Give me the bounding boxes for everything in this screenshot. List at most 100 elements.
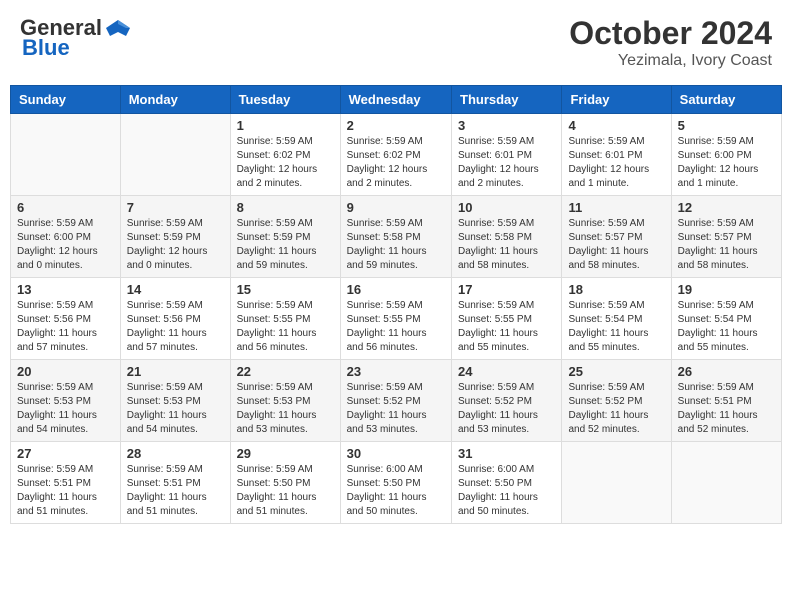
day-info: Sunrise: 5:59 AM Sunset: 5:58 PM Dayligh…	[347, 217, 445, 273]
calendar-cell: 5 Sunrise: 5:59 AM Sunset: 6:00 PM Daylig…	[671, 114, 781, 196]
calendar-cell: 17Sunrise: 5:59 AM Sunset: 5:55 PM Dayli…	[452, 278, 562, 360]
day-number: 5	[678, 118, 775, 133]
calendar-cell: 14 Sunrise: 5:59 AM Sunset: 5:56 PM Dayli…	[120, 278, 230, 360]
calendar-week-row: 20 Sunrise: 5:59 AM Sunset: 5:53 PM Dayli…	[11, 360, 782, 442]
day-info: Sunrise: 5:59 AM Sunset: 5:58 PM Dayligh…	[458, 217, 555, 273]
day-info: Sunrise: 5:59 AM Sunset: 5:57 PM Dayligh…	[568, 217, 664, 273]
calendar-cell: 30 Sunrise: 6:00 AM Sunset: 5:50 PM Dayli…	[340, 442, 451, 524]
month-year: October 2024	[569, 15, 772, 52]
weekday-header: Sunday	[11, 86, 121, 114]
calendar-week-row: 6Sunrise: 5:59 AM Sunset: 6:00 PM Daylig…	[11, 196, 782, 278]
day-info: Sunrise: 5:59 AM Sunset: 5:59 PM Dayligh…	[127, 217, 224, 273]
calendar-cell: 10 Sunrise: 5:59 AM Sunset: 5:58 PM Dayli…	[452, 196, 562, 278]
weekday-header: Friday	[562, 86, 671, 114]
calendar-cell: 26 Sunrise: 5:59 AM Sunset: 5:51 PM Dayli…	[671, 360, 781, 442]
day-info: Sunrise: 5:59 AM Sunset: 5:52 PM Dayligh…	[458, 381, 555, 437]
calendar-cell: 12 Sunrise: 5:59 AM Sunset: 5:57 PM Dayli…	[671, 196, 781, 278]
day-number: 14	[127, 282, 224, 297]
day-info: Sunrise: 5:59 AM Sunset: 6:02 PM Dayligh…	[347, 135, 445, 191]
calendar-cell	[562, 442, 671, 524]
day-number: 30	[347, 446, 445, 461]
day-info: Sunrise: 5:59 AM Sunset: 5:51 PM Dayligh…	[17, 463, 114, 519]
day-number: 17	[458, 282, 555, 297]
day-number: 23	[347, 364, 445, 379]
calendar-cell: 7 Sunrise: 5:59 AM Sunset: 5:59 PM Daylig…	[120, 196, 230, 278]
calendar-cell: 23 Sunrise: 5:59 AM Sunset: 5:52 PM Dayli…	[340, 360, 451, 442]
logo: General Blue	[20, 15, 132, 61]
calendar-cell: 31 Sunrise: 6:00 AM Sunset: 5:50 PM Dayli…	[452, 442, 562, 524]
day-info: Sunrise: 5:59 AM Sunset: 5:53 PM Dayligh…	[237, 381, 334, 437]
month-title-block: October 2024 Yezimala, Ivory Coast	[569, 15, 772, 70]
calendar-cell: 18Sunrise: 5:59 AM Sunset: 5:54 PM Dayli…	[562, 278, 671, 360]
day-number: 15	[237, 282, 334, 297]
calendar-week-row: 1Sunrise: 5:59 AM Sunset: 6:02 PM Daylig…	[11, 114, 782, 196]
day-number: 21	[127, 364, 224, 379]
day-number: 20	[17, 364, 114, 379]
day-number: 8	[237, 200, 334, 215]
day-info: Sunrise: 5:59 AM Sunset: 5:51 PM Dayligh…	[127, 463, 224, 519]
day-info: Sunrise: 6:00 AM Sunset: 5:50 PM Dayligh…	[458, 463, 555, 519]
calendar-cell: 15 Sunrise: 5:59 AM Sunset: 5:55 PM Dayli…	[230, 278, 340, 360]
day-info: Sunrise: 6:00 AM Sunset: 5:50 PM Dayligh…	[347, 463, 445, 519]
day-info: Sunrise: 5:59 AM Sunset: 6:00 PM Dayligh…	[678, 135, 775, 191]
calendar-cell: 11Sunrise: 5:59 AM Sunset: 5:57 PM Dayli…	[562, 196, 671, 278]
day-number: 12	[678, 200, 775, 215]
day-number: 16	[347, 282, 445, 297]
calendar-cell: 24 Sunrise: 5:59 AM Sunset: 5:52 PM Dayli…	[452, 360, 562, 442]
calendar-cell: 2 Sunrise: 5:59 AM Sunset: 6:02 PM Daylig…	[340, 114, 451, 196]
calendar-cell: 1Sunrise: 5:59 AM Sunset: 6:02 PM Daylig…	[230, 114, 340, 196]
day-info: Sunrise: 5:59 AM Sunset: 5:54 PM Dayligh…	[678, 299, 775, 355]
calendar-week-row: 13 Sunrise: 5:59 AM Sunset: 5:56 PM Dayli…	[11, 278, 782, 360]
day-info: Sunrise: 5:59 AM Sunset: 5:57 PM Dayligh…	[678, 217, 775, 273]
calendar-cell: 6Sunrise: 5:59 AM Sunset: 6:00 PM Daylig…	[11, 196, 121, 278]
day-info: Sunrise: 5:59 AM Sunset: 5:53 PM Dayligh…	[127, 381, 224, 437]
calendar-week-row: 27 Sunrise: 5:59 AM Sunset: 5:51 PM Dayli…	[11, 442, 782, 524]
weekday-header: Saturday	[671, 86, 781, 114]
calendar-table: SundayMondayTuesdayWednesdayThursdayFrid…	[10, 85, 782, 524]
day-number: 3	[458, 118, 555, 133]
day-number: 26	[678, 364, 775, 379]
day-number: 6	[17, 200, 114, 215]
day-number: 13	[17, 282, 114, 297]
day-info: Sunrise: 5:59 AM Sunset: 5:56 PM Dayligh…	[17, 299, 114, 355]
day-info: Sunrise: 5:59 AM Sunset: 5:53 PM Dayligh…	[17, 381, 114, 437]
calendar-cell: 20 Sunrise: 5:59 AM Sunset: 5:53 PM Dayli…	[11, 360, 121, 442]
day-number: 29	[237, 446, 334, 461]
day-info: Sunrise: 5:59 AM Sunset: 5:54 PM Dayligh…	[568, 299, 664, 355]
day-info: Sunrise: 5:59 AM Sunset: 5:59 PM Dayligh…	[237, 217, 334, 273]
calendar-cell: 21 Sunrise: 5:59 AM Sunset: 5:53 PM Dayli…	[120, 360, 230, 442]
day-number: 9	[347, 200, 445, 215]
day-number: 10	[458, 200, 555, 215]
weekday-header: Tuesday	[230, 86, 340, 114]
day-number: 7	[127, 200, 224, 215]
calendar-cell: 27 Sunrise: 5:59 AM Sunset: 5:51 PM Dayli…	[11, 442, 121, 524]
day-info: Sunrise: 5:59 AM Sunset: 5:55 PM Dayligh…	[237, 299, 334, 355]
day-number: 31	[458, 446, 555, 461]
day-info: Sunrise: 5:59 AM Sunset: 5:50 PM Dayligh…	[237, 463, 334, 519]
day-info: Sunrise: 5:59 AM Sunset: 6:02 PM Dayligh…	[237, 135, 334, 191]
calendar-cell: 22 Sunrise: 5:59 AM Sunset: 5:53 PM Dayli…	[230, 360, 340, 442]
calendar-cell: 28Sunrise: 5:59 AM Sunset: 5:51 PM Dayli…	[120, 442, 230, 524]
calendar-cell: 29 Sunrise: 5:59 AM Sunset: 5:50 PM Dayli…	[230, 442, 340, 524]
day-number: 19	[678, 282, 775, 297]
day-number: 27	[17, 446, 114, 461]
day-number: 22	[237, 364, 334, 379]
calendar-cell: 16Sunrise: 5:59 AM Sunset: 5:55 PM Dayli…	[340, 278, 451, 360]
calendar-cell: 3 Sunrise: 5:59 AM Sunset: 6:01 PM Daylig…	[452, 114, 562, 196]
calendar-cell: 13 Sunrise: 5:59 AM Sunset: 5:56 PM Dayli…	[11, 278, 121, 360]
day-info: Sunrise: 5:59 AM Sunset: 5:52 PM Dayligh…	[347, 381, 445, 437]
day-number: 4	[568, 118, 664, 133]
logo-blue-text: Blue	[20, 35, 70, 61]
day-info: Sunrise: 5:59 AM Sunset: 6:01 PM Dayligh…	[458, 135, 555, 191]
calendar-cell	[120, 114, 230, 196]
calendar-cell: 4Sunrise: 5:59 AM Sunset: 6:01 PM Daylig…	[562, 114, 671, 196]
calendar-cell	[671, 442, 781, 524]
calendar-cell: 19 Sunrise: 5:59 AM Sunset: 5:54 PM Dayli…	[671, 278, 781, 360]
day-number: 2	[347, 118, 445, 133]
day-info: Sunrise: 5:59 AM Sunset: 5:52 PM Dayligh…	[568, 381, 664, 437]
logo-icon	[104, 18, 132, 38]
day-info: Sunrise: 5:59 AM Sunset: 5:56 PM Dayligh…	[127, 299, 224, 355]
day-info: Sunrise: 5:59 AM Sunset: 5:51 PM Dayligh…	[678, 381, 775, 437]
weekday-header: Wednesday	[340, 86, 451, 114]
day-number: 24	[458, 364, 555, 379]
